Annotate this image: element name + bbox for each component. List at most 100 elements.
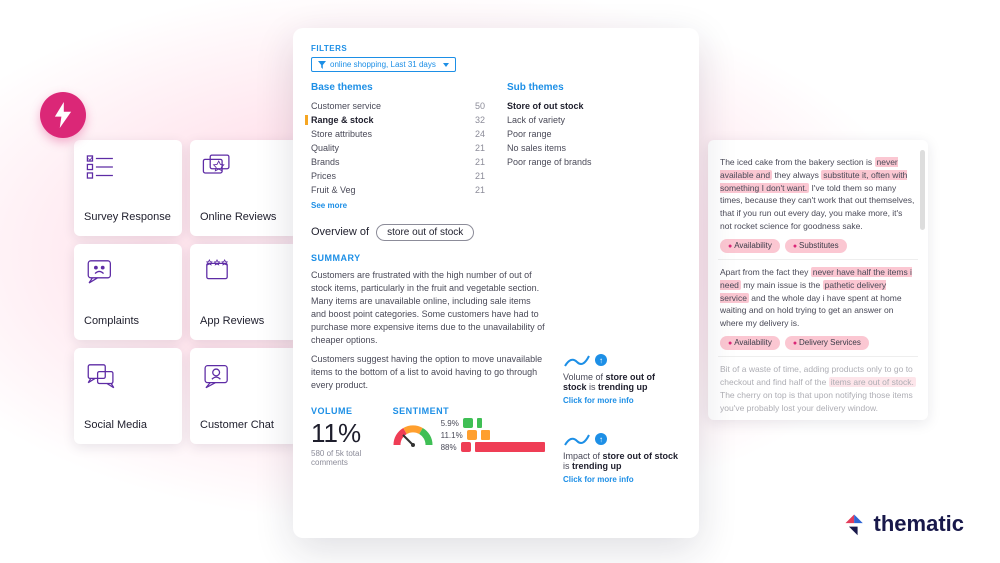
source-label: App Reviews [200, 315, 288, 328]
source-chat[interactable]: Customer Chat [190, 348, 298, 444]
source-survey[interactable]: Survey Response [74, 140, 182, 236]
volume-sub: 580 of 5k total comments [311, 449, 371, 467]
review-tag[interactable]: Availability [720, 336, 780, 351]
overview-chip[interactable]: store out of stock [376, 224, 474, 241]
filter-pill[interactable]: online shopping, Last 31 days [311, 57, 456, 72]
review-tag[interactable]: Delivery Services [785, 336, 869, 351]
base-theme-row[interactable]: Store attributes 24 [311, 129, 485, 139]
chevron-down-icon [443, 63, 449, 67]
theme-value: 50 [465, 101, 485, 111]
sentiment-swatch [463, 418, 473, 428]
sentiment-pct: 11.1% [441, 431, 463, 440]
volume-trend-text: Volume of store out of stock is trending… [563, 372, 681, 392]
sentiment-swatch [461, 442, 471, 452]
info-link[interactable]: Click for more info [563, 475, 681, 484]
sub-theme-row[interactable]: Poor range of brands [507, 157, 681, 167]
sub-theme-row[interactable]: Store of out stock [507, 101, 681, 111]
base-theme-row[interactable]: Range & stock32 [305, 115, 485, 125]
sentiment-bar [475, 442, 545, 452]
volume-trend-block: ↑ Volume of store out of stock is trendi… [563, 352, 681, 405]
base-theme-row[interactable]: Quality 21 [311, 143, 485, 153]
lightning-badge [40, 92, 86, 138]
sentiment-swatch [467, 430, 477, 440]
source-app-reviews[interactable]: App Reviews [190, 244, 298, 340]
sub-themes-column: Sub themes Store of out stock Lack of var… [507, 82, 681, 210]
theme-value: 32 [465, 115, 485, 125]
see-more-link[interactable]: See more [311, 201, 485, 210]
theme-value: 24 [465, 129, 485, 139]
up-arrow-icon: ↑ [595, 433, 607, 445]
sentiment-row: 5.9% [441, 418, 545, 428]
theme-name: Store attributes [311, 129, 389, 139]
sub-themes-title: Sub themes [507, 82, 681, 93]
source-complaints[interactable]: Complaints [74, 244, 182, 340]
theme-name: Lack of variety [507, 115, 599, 125]
sentiment-gauge [393, 423, 433, 447]
source-label: Social Media [84, 419, 172, 432]
survey-icon [84, 152, 118, 182]
sub-theme-row[interactable]: Poor range [507, 129, 681, 139]
filter-text: online shopping, Last 31 days [330, 60, 436, 69]
sentiment-pct: 5.9% [441, 419, 459, 428]
source-label: Survey Response [84, 211, 172, 224]
base-themes-title: Base themes [311, 82, 485, 93]
theme-value: 21 [465, 185, 485, 195]
chat-icon [200, 360, 234, 390]
base-theme-row[interactable]: Brands 21 [311, 157, 485, 167]
review-tag[interactable]: Substitutes [785, 239, 847, 254]
source-label: Customer Chat [200, 419, 288, 432]
sentiment-label: SENTIMENT [393, 406, 545, 416]
source-grid: Survey Response Online Reviews Complaint… [74, 140, 298, 444]
spark-icon [563, 352, 591, 368]
impact-trend-block: ↑ Impact of store out of stock is trendi… [563, 431, 681, 484]
social-icon [84, 360, 118, 390]
reviews-panel: The iced cake from the bakery section is… [708, 140, 928, 420]
up-arrow-icon: ↑ [595, 354, 607, 366]
source-label: Online Reviews [200, 211, 288, 224]
sentiment-pct: 88% [441, 443, 457, 452]
summary-label: SUMMARY [311, 253, 545, 263]
complaints-icon [84, 256, 118, 286]
info-link[interactable]: Click for more info [563, 396, 681, 405]
reviews-icon [200, 152, 234, 182]
theme-value: 21 [465, 171, 485, 181]
review-item[interactable]: Bit of a waste of time, adding products … [718, 357, 918, 420]
analysis-panel: FILTERS online shopping, Last 31 days Ba… [293, 28, 699, 538]
volume-value: 11% [311, 418, 371, 449]
sentiment-block: SENTIMENT 5.9% 11.1% 88% [393, 406, 545, 452]
theme-name: Fruit & Veg [311, 185, 389, 195]
overview-prefix: Overview of [311, 226, 369, 238]
sub-theme-row[interactable]: Lack of variety [507, 115, 681, 125]
filters-label: FILTERS [311, 44, 681, 53]
base-theme-row[interactable]: Fruit & Veg 21 [311, 185, 485, 195]
source-label: Complaints [84, 315, 172, 328]
overview-line: Overview of store out of stock [311, 224, 681, 241]
base-theme-row[interactable]: Customer service 50 [311, 101, 485, 111]
review-item[interactable]: The iced cake from the bakery section is… [718, 150, 918, 260]
brand-name: thematic [874, 511, 964, 537]
review-tag[interactable]: Availability [720, 239, 780, 254]
theme-name: Store of out stock [507, 101, 599, 111]
theme-name: Brands [311, 157, 389, 167]
theme-value: 21 [465, 157, 485, 167]
volume-label: VOLUME [311, 406, 371, 416]
summary-p1: Customers are frustrated with the high n… [311, 269, 545, 347]
summary-p2: Customers suggest having the option to m… [311, 353, 545, 392]
brand-logo: thematic [842, 511, 964, 537]
review-item[interactable]: Apart from the fact they never have half… [718, 260, 918, 357]
source-social[interactable]: Social Media [74, 348, 182, 444]
sub-theme-row[interactable]: No sales items [507, 143, 681, 153]
theme-value: 21 [465, 143, 485, 153]
spark-icon [563, 431, 591, 447]
theme-name: Customer service [311, 101, 389, 111]
theme-name: Quality [311, 143, 389, 153]
scrollbar[interactable] [920, 150, 925, 230]
volume-block: VOLUME 11% 580 of 5k total comments [311, 406, 371, 467]
base-themes-column: Base themes Customer service50Range & st… [311, 82, 485, 210]
app-reviews-icon [200, 256, 234, 286]
base-theme-row[interactable]: Prices21 [311, 171, 485, 181]
source-online-reviews[interactable]: Online Reviews [190, 140, 298, 236]
sentiment-row: 88% [441, 442, 545, 452]
theme-name: Poor range of brands [507, 157, 599, 167]
sentiment-bar [481, 430, 490, 440]
